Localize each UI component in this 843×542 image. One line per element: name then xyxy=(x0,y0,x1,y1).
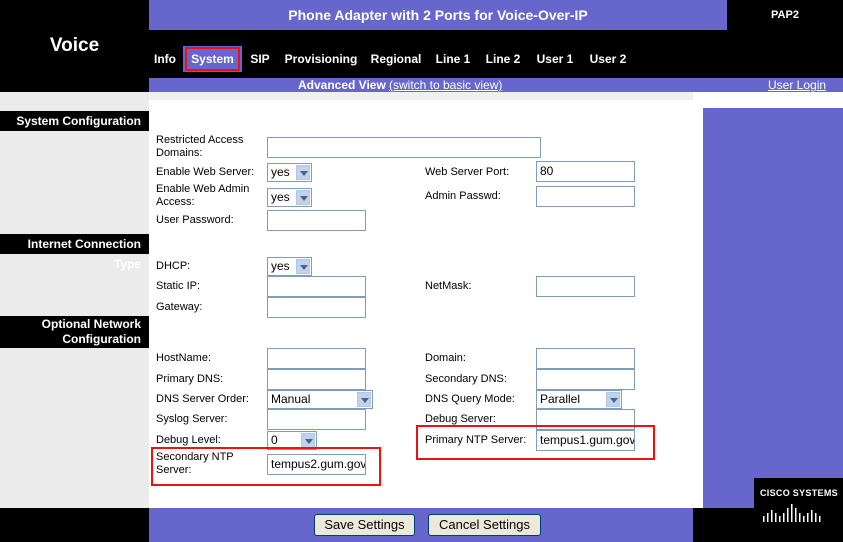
tab-system-highlight xyxy=(185,47,240,71)
tab-provisioning[interactable]: Provisioning xyxy=(283,46,359,72)
tab-regional[interactable]: Regional xyxy=(367,46,425,72)
secondary-ntp-label-line2: Server: xyxy=(156,464,192,476)
user-login-link[interactable]: User Login xyxy=(768,78,826,92)
secondary-dns-input[interactable] xyxy=(536,369,635,390)
domain-label: Domain: xyxy=(425,352,466,364)
app-name: Voice xyxy=(49,35,100,56)
debug-level-value: 0 xyxy=(271,433,278,447)
restricted-access-label-line1: Restricted Access xyxy=(156,134,244,146)
model-label: PAP2 xyxy=(771,9,799,21)
right-column xyxy=(703,92,843,508)
static-ip-input[interactable] xyxy=(267,276,366,297)
product-title: Phone Adapter with 2 Ports for Voice-Ove… xyxy=(149,0,727,30)
web-server-port-label: Web Server Port: xyxy=(425,166,510,178)
enable-web-server-label: Enable Web Server: xyxy=(156,166,255,178)
chevron-down-icon xyxy=(296,165,310,180)
admin-passwd-label: Admin Passwd: xyxy=(425,190,501,202)
static-ip-label: Static IP: xyxy=(156,280,201,292)
cisco-bridge-icon xyxy=(763,504,821,522)
secondary-ntp-label-line1: Secondary NTP xyxy=(156,451,234,463)
enable-web-admin-label-line1: Enable Web Admin xyxy=(156,183,250,195)
section-optional-network-line2: Configuration xyxy=(62,332,141,346)
right-divider xyxy=(693,92,703,508)
hostname-label: HostName: xyxy=(156,352,212,364)
right-top-strip xyxy=(693,92,843,108)
netmask-label: NetMask: xyxy=(425,280,472,292)
section-internet-connection-type: Internet Connection Type xyxy=(0,234,149,271)
gateway-label: Gateway: xyxy=(156,301,203,313)
tab-line-2[interactable]: Line 2 xyxy=(482,46,524,72)
restricted-access-label-line2: Domains: xyxy=(156,147,203,159)
domain-input[interactable] xyxy=(536,348,635,369)
web-server-port-input[interactable]: 80 xyxy=(536,161,635,182)
section-optional-network-line1: Optional Network xyxy=(41,317,141,331)
footer-bar xyxy=(149,508,693,542)
restricted-access-domains-input[interactable] xyxy=(267,137,541,158)
enable-web-server-select[interactable]: yes xyxy=(267,163,312,182)
footer-left xyxy=(0,508,149,542)
save-settings-button[interactable]: Save Settings xyxy=(314,514,415,536)
tab-user-1[interactable]: User 1 xyxy=(533,46,577,72)
view-bar-left xyxy=(0,78,149,92)
tab-sip[interactable]: SIP xyxy=(247,46,273,72)
chevron-down-icon xyxy=(301,433,315,448)
admin-passwd-input[interactable] xyxy=(536,186,635,207)
enable-web-admin-label: Enable Web Admin Access: xyxy=(156,183,249,209)
syslog-server-input[interactable] xyxy=(267,409,366,430)
enable-web-admin-value: yes xyxy=(271,190,290,204)
section-optional-network: Optional Network Configuration xyxy=(0,316,149,348)
secondary-dns-label: Secondary DNS: xyxy=(425,373,507,385)
dhcp-select[interactable]: yes xyxy=(267,257,312,276)
restricted-access-label: Restricted Access Domains: xyxy=(156,134,243,160)
chevron-down-icon xyxy=(606,392,620,407)
dhcp-label: DHCP: xyxy=(156,260,191,272)
content-top-strip xyxy=(149,92,693,100)
user-password-input[interactable] xyxy=(267,210,366,231)
current-view-label: Advanced View xyxy=(298,78,386,92)
enable-web-admin-select[interactable]: yes xyxy=(267,188,312,207)
debug-level-label: Debug Level: xyxy=(156,434,221,446)
dns-server-order-select[interactable]: Manual xyxy=(267,390,373,409)
secondary-ntp-input[interactable]: tempus2.gum.gov xyxy=(267,454,366,475)
user-password-label: User Password: xyxy=(156,214,234,226)
gateway-input[interactable] xyxy=(267,297,366,318)
cisco-logo: Cisco Systems xyxy=(760,488,838,498)
tab-user-2[interactable]: User 2 xyxy=(586,46,630,72)
dns-server-order-label: DNS Server Order: xyxy=(156,393,249,405)
primary-dns-input[interactable] xyxy=(267,369,366,390)
dhcp-value: yes xyxy=(271,259,290,273)
secondary-ntp-label: Secondary NTP Server: xyxy=(156,451,234,477)
cancel-settings-button[interactable]: Cancel Settings xyxy=(428,514,541,536)
tab-info[interactable]: Info xyxy=(150,46,180,72)
chevron-down-icon xyxy=(296,259,310,274)
switch-view-link[interactable]: (switch to basic view) xyxy=(389,78,502,92)
primary-dns-label: Primary DNS: xyxy=(156,373,224,385)
enable-web-admin-label-line2: Access: xyxy=(156,196,195,208)
left-column xyxy=(0,92,149,508)
primary-ntp-input[interactable]: tempus1.gum.gov xyxy=(536,430,635,451)
syslog-server-label: Syslog Server: xyxy=(156,413,228,425)
chevron-down-icon xyxy=(357,392,371,407)
tab-line-1[interactable]: Line 1 xyxy=(432,46,474,72)
enable-web-server-value: yes xyxy=(271,165,290,179)
chevron-down-icon xyxy=(296,190,310,205)
netmask-input[interactable] xyxy=(536,276,635,297)
dns-query-mode-value: Parallel xyxy=(540,392,581,406)
dns-query-mode-select[interactable]: Parallel xyxy=(536,390,622,409)
dns-server-order-value: Manual xyxy=(271,392,311,406)
primary-ntp-label: Primary NTP Server: xyxy=(425,434,527,446)
hostname-input[interactable] xyxy=(267,348,366,369)
dns-query-mode-label: DNS Query Mode: xyxy=(425,393,515,405)
section-system-configuration: System Configuration xyxy=(0,111,149,131)
